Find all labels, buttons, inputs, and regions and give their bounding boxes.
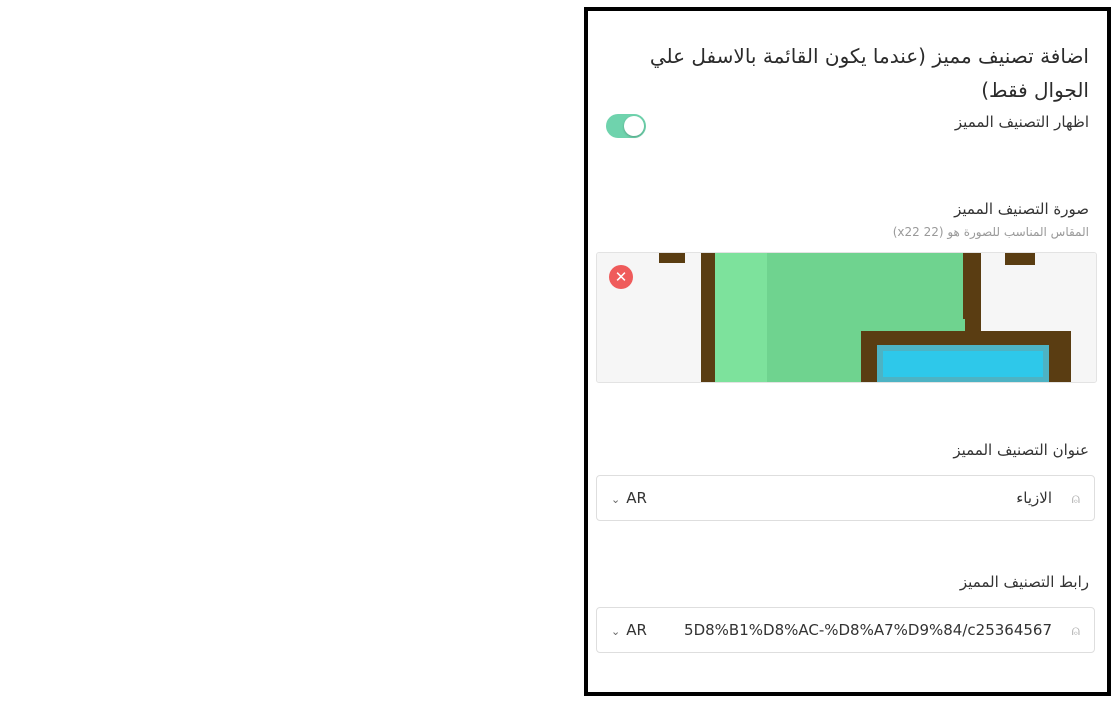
featured-link-input[interactable]: ⍝ 5D8%B1%D8%AC-%D8%A7%D9%84/c25364567 ⌄ A… bbox=[596, 607, 1095, 653]
show-featured-toggle[interactable] bbox=[606, 114, 646, 138]
featured-title-value: الازياء bbox=[1016, 489, 1052, 507]
language-select[interactable]: ⌄ AR bbox=[611, 476, 647, 520]
category-image bbox=[597, 253, 1096, 382]
remove-image-button[interactable]: ✕ bbox=[609, 265, 633, 289]
section-title: اضافة تصنيف مميز (عندما يكون القائمة بال… bbox=[649, 44, 1089, 102]
featured-title-input[interactable]: ⍝ الازياء ⌄ AR bbox=[596, 475, 1095, 521]
image-size-hint: المقاس المناسب للصورة هو (22 x22) bbox=[892, 225, 1089, 239]
link-field-label: رابط التصنيف المميز bbox=[959, 573, 1089, 591]
featured-image-preview: ✕ bbox=[596, 252, 1097, 383]
title-field-label: عنوان التصنيف المميز bbox=[953, 441, 1089, 459]
language-code: AR bbox=[626, 489, 647, 507]
language-select[interactable]: ⌄ AR bbox=[611, 608, 647, 652]
translate-icon: ⍝ bbox=[1071, 491, 1080, 507]
chevron-down-icon: ⌄ bbox=[611, 625, 621, 638]
show-featured-label: اظهار التصنيف المميز bbox=[954, 113, 1089, 131]
chevron-down-icon: ⌄ bbox=[611, 493, 621, 506]
image-label: صورة التصنيف المميز bbox=[954, 200, 1089, 218]
featured-category-panel: اضافة تصنيف مميز (عندما يكون القائمة بال… bbox=[584, 7, 1111, 696]
featured-link-value: 5D8%B1%D8%AC-%D8%A7%D9%84/c25364567 bbox=[684, 621, 1052, 639]
language-code: AR bbox=[626, 621, 647, 639]
toggle-knob bbox=[624, 116, 644, 136]
translate-icon: ⍝ bbox=[1071, 623, 1080, 639]
